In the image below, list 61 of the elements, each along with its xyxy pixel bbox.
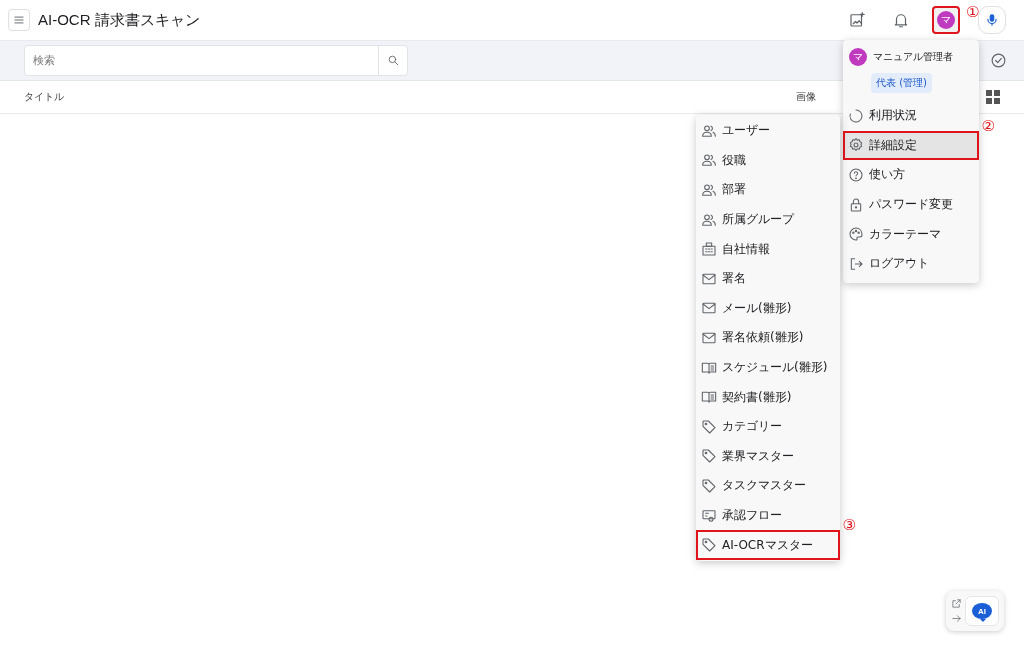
- microphone-icon: [985, 12, 999, 28]
- menu-item[interactable]: タスクマスター: [696, 471, 840, 501]
- palette-icon: [848, 226, 864, 243]
- column-header: 画像: [796, 90, 816, 104]
- people-icon: [701, 122, 717, 139]
- tag-icon: [701, 477, 717, 494]
- tag-icon: [701, 537, 717, 554]
- tag-icon: [701, 448, 717, 465]
- grid-view-icon[interactable]: [986, 90, 1000, 104]
- menu-item[interactable]: 自社情報: [696, 234, 840, 264]
- arrow-right-icon: [951, 613, 962, 624]
- search-icon: [386, 54, 400, 67]
- menu-item[interactable]: 承認フロー: [696, 500, 840, 531]
- flow-chart-icon: [701, 507, 717, 524]
- menu-item[interactable]: ログアウト: [843, 248, 979, 279]
- ai-badge: AI: [972, 603, 992, 619]
- menu-item[interactable]: 役職: [696, 145, 840, 176]
- menu-item[interactable]: メール(雛形): [696, 293, 840, 324]
- app-title: AI-OCR 請求書スキャン: [38, 10, 201, 30]
- menu-item[interactable]: ユーザー: [696, 116, 840, 146]
- voice-button[interactable]: [978, 6, 1006, 34]
- menu-item[interactable]: 署名: [696, 263, 840, 294]
- menu-item[interactable]: パスワード変更: [843, 189, 979, 220]
- column-header: タイトル: [24, 90, 65, 104]
- add-image-icon: [848, 11, 866, 29]
- help-icon: [848, 167, 864, 183]
- people-icon: [701, 182, 717, 198]
- menu-item[interactable]: 利用状況: [843, 101, 979, 131]
- menu-item[interactable]: カラーテーマ: [843, 219, 979, 249]
- lock-icon: [848, 196, 864, 213]
- user-name: マニュアル管理者: [873, 50, 953, 64]
- people-icon: [701, 152, 717, 169]
- tag-icon: [701, 418, 717, 435]
- settings-icon: [848, 137, 864, 154]
- bell-icon: [892, 11, 910, 29]
- avatar: マ: [849, 48, 867, 66]
- annotation-number: ①: [966, 5, 980, 20]
- building-icon: [701, 241, 717, 258]
- ai-assistant-button[interactable]: AI: [965, 596, 999, 626]
- menu-item[interactable]: 所属グループ: [696, 204, 840, 235]
- check-circle-icon: [990, 52, 1007, 69]
- menu-item[interactable]: 業界マスター: [696, 441, 840, 472]
- logout-icon: [848, 255, 864, 272]
- annotation-number: ②: [981, 118, 995, 134]
- menu-item[interactable]: AI-OCRマスター: [696, 530, 840, 560]
- menu-item[interactable]: 部署: [696, 175, 840, 205]
- menu-item[interactable]: 詳細設定: [843, 130, 979, 161]
- menu-item[interactable]: スケジュール(雛形): [696, 352, 840, 383]
- menu-item[interactable]: カテゴリー: [696, 411, 840, 442]
- menu-item[interactable]: 署名依頼(雛形): [696, 323, 840, 353]
- role-badge: 代表 (管理): [871, 73, 932, 93]
- menu-icon: [12, 13, 26, 27]
- open-book-icon: [701, 389, 717, 406]
- external-link-icon: [951, 598, 962, 609]
- loading-ring-icon: [848, 107, 864, 124]
- annotation-number: ③: [842, 518, 856, 534]
- people-icon: [701, 211, 717, 228]
- menu-item[interactable]: 契約書(雛形): [696, 382, 840, 412]
- search-field[interactable]: 検索: [24, 45, 378, 76]
- menu-item[interactable]: 使い方: [843, 160, 979, 190]
- account-button[interactable]: マ: [932, 6, 960, 34]
